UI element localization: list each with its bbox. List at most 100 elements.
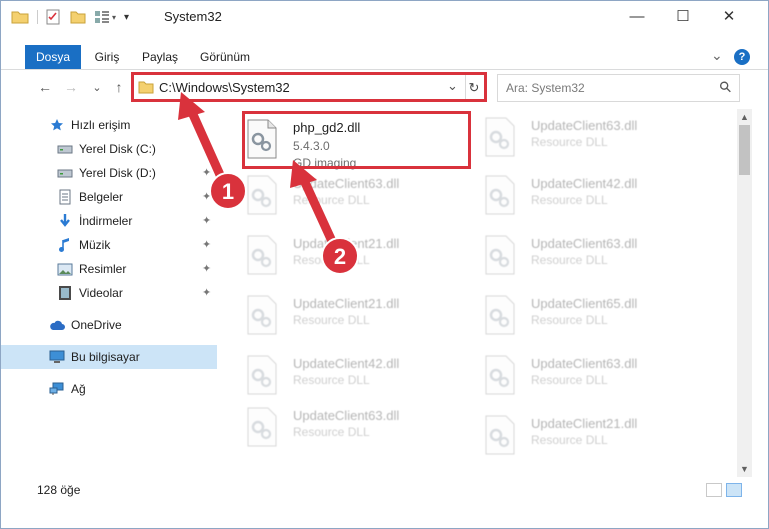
file-name: UpdateClient63.dll <box>531 236 638 251</box>
pin-icon[interactable]: ✦ <box>202 262 211 275</box>
dll-file-icon <box>247 295 277 335</box>
list-item[interactable]: UpdateClient63.dll Resource DLL <box>231 403 461 461</box>
videos-icon <box>57 285 73 301</box>
network-icon <box>49 381 65 397</box>
file-description: Resource DLL <box>293 373 370 387</box>
help-icon[interactable]: ? <box>734 49 750 65</box>
download-icon <box>57 213 73 229</box>
list-item[interactable]: UpdateClient21.dll Resource DLL <box>469 411 699 469</box>
file-name: UpdateClient21.dll <box>293 296 400 311</box>
sidebar-item-label: Müzik <box>79 238 111 252</box>
tab-paylas[interactable]: Paylaş <box>137 45 183 69</box>
tab-dosya[interactable]: Dosya <box>25 45 81 69</box>
sidebar-item-label: Yerel Disk (C:) <box>79 142 156 156</box>
sidebar-item-label: İndirmeler <box>79 214 133 228</box>
ribbon-divider <box>1 69 768 70</box>
tab-gorunum[interactable]: Görünüm <box>194 45 256 69</box>
list-item[interactable]: UpdateClient21.dll Resource DLL <box>231 291 461 349</box>
dll-file-icon <box>247 407 277 447</box>
maximize-button[interactable]: ☐ <box>660 1 706 31</box>
file-name: UpdateClient21.dll <box>293 236 400 251</box>
sidebar-item-downloads[interactable]: İndirmeler ✦ <box>1 209 217 233</box>
sidebar-item-quick-access[interactable]: Hızlı erişim <box>1 113 217 137</box>
pin-icon[interactable]: ✦ <box>202 166 211 179</box>
folder-icon[interactable] <box>11 9 29 25</box>
properties-icon[interactable] <box>46 9 60 25</box>
close-button[interactable]: ✕ <box>706 1 752 31</box>
view-toggle <box>706 483 742 497</box>
details-view-button[interactable] <box>706 483 722 497</box>
sidebar-item-drive-c[interactable]: Yerel Disk (C:) ✦ <box>1 137 217 161</box>
sidebar-item-music[interactable]: Müzik ✦ <box>1 233 217 257</box>
sidebar-item-label: Hızlı erişim <box>71 118 131 132</box>
list-item[interactable]: UpdateClient21.dll Resource DLL <box>231 231 461 289</box>
list-item[interactable]: UpdateClient63.dll Resource DLL <box>469 113 699 171</box>
scroll-up-icon[interactable]: ▲ <box>740 112 749 122</box>
file-description: Resource DLL <box>531 313 608 327</box>
music-icon <box>57 237 73 253</box>
status-item-count: 128 öğe <box>37 483 81 497</box>
file-description: Resource DLL <box>531 135 608 149</box>
expand-ribbon-icon[interactable]: ⌄ <box>711 47 723 64</box>
tab-giris[interactable]: Giriş <box>85 45 129 69</box>
sidebar-item-label: Resimler <box>79 262 127 276</box>
file-description: Resource DLL <box>293 313 370 327</box>
dll-file-icon <box>247 175 277 215</box>
sidebar-item-pictures[interactable]: Resimler ✦ <box>1 257 217 281</box>
sidebar-item-onedrive[interactable]: OneDrive <box>1 313 217 337</box>
file-name: UpdateClient63.dll <box>531 118 638 133</box>
list-item[interactable]: UpdateClient63.dll Resource DLL <box>469 231 699 289</box>
file-name: UpdateClient21.dll <box>531 416 638 431</box>
dll-file-icon <box>485 415 515 455</box>
ribbon-tabs: Dosya Giriş Paylaş Görünüm ⌄ ? <box>1 45 768 69</box>
tiles-view-button[interactable] <box>726 483 742 497</box>
file-name: UpdateClient65.dll <box>531 296 638 311</box>
sidebar-item-this-pc[interactable]: Bu bilgisayar <box>1 345 217 369</box>
search-icon[interactable]: ⚲ <box>715 77 736 97</box>
qa-overflow-icon[interactable]: ▾ <box>124 12 129 23</box>
pin-icon[interactable]: ✦ <box>202 190 211 203</box>
file-name: UpdateClient42.dll <box>293 356 400 371</box>
up-button[interactable]: ↑ <box>109 77 129 97</box>
pictures-icon <box>57 261 73 277</box>
search-input[interactable]: Ara: System32 <box>506 81 585 95</box>
search-box[interactable]: Ara: System32 ⚲ <box>497 74 740 102</box>
list-item[interactable]: UpdateClient42.dll Resource DLL <box>469 171 699 229</box>
sidebar-item-drive-d[interactable]: Yerel Disk (D:) ✦ <box>1 161 217 185</box>
drive-icon <box>57 141 73 157</box>
file-description: Resource DLL <box>293 193 370 207</box>
sidebar-item-label: OneDrive <box>71 318 122 332</box>
customize-dropdown-icon[interactable]: ▾ <box>112 13 116 22</box>
pin-icon[interactable]: ✦ <box>202 142 211 155</box>
file-description: Resource DLL <box>531 193 608 207</box>
sidebar-item-network[interactable]: Ağ <box>1 377 217 401</box>
back-button[interactable]: ← <box>35 77 55 97</box>
vertical-scrollbar[interactable]: ▲ ▼ <box>737 109 752 477</box>
pin-icon[interactable]: ✦ <box>202 286 211 299</box>
window-title: System32 <box>164 9 222 24</box>
new-folder-icon[interactable] <box>70 9 86 25</box>
list-item[interactable]: UpdateClient63.dll Resource DLL <box>231 171 461 229</box>
file-description: Resource DLL <box>293 253 370 267</box>
sidebar-item-label: Yerel Disk (D:) <box>79 166 156 180</box>
sidebar-item-label: Belgeler <box>79 190 124 204</box>
file-name: UpdateClient42.dll <box>531 176 638 191</box>
view-menu-icon[interactable] <box>94 10 110 24</box>
forward-button[interactable]: → <box>61 77 81 97</box>
drive-icon <box>57 165 73 181</box>
minimize-button[interactable]: — <box>614 1 660 31</box>
file-highlight-box <box>242 111 471 169</box>
file-description: Resource DLL <box>531 253 608 267</box>
separator <box>37 10 38 24</box>
list-item[interactable]: UpdateClient42.dll Resource DLL <box>231 351 461 409</box>
scrollbar-thumb[interactable] <box>739 125 750 175</box>
list-item[interactable]: UpdateClient63.dll Resource DLL <box>469 351 699 409</box>
sidebar-item-documents[interactable]: Belgeler ✦ <box>1 185 217 209</box>
pin-icon[interactable]: ✦ <box>202 238 211 251</box>
scroll-down-icon[interactable]: ▼ <box>740 464 749 474</box>
sidebar-item-videos[interactable]: Videolar ✦ <box>1 281 217 305</box>
list-item[interactable]: UpdateClient65.dll Resource DLL <box>469 291 699 349</box>
cloud-icon <box>49 317 65 333</box>
recent-locations-button[interactable]: ⌄ <box>87 77 107 97</box>
pin-icon[interactable]: ✦ <box>202 214 211 227</box>
